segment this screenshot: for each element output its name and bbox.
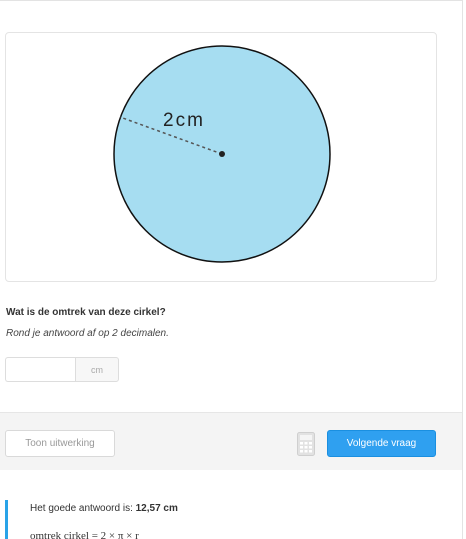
- unit-label: cm: [75, 357, 119, 382]
- circle-figure: 2cm: [113, 45, 331, 263]
- correct-answer-text: Het goede antwoord is: 12,57 cm: [30, 503, 178, 514]
- show-solution-button[interactable]: Toon uitwerking: [5, 430, 115, 457]
- figure-card: 2cm: [5, 32, 437, 282]
- rounding-hint: Rond je antwoord af op 2 decimalen.: [6, 328, 169, 339]
- question-text: Wat is de omtrek van deze cirkel?: [6, 307, 166, 318]
- answer-input[interactable]: [5, 357, 75, 382]
- next-question-button[interactable]: Volgende vraag: [327, 430, 436, 457]
- right-divider: [462, 0, 463, 539]
- feedback-panel: Het goede antwoord is: 12,57 cm omtrek c…: [0, 470, 462, 539]
- feedback-accent-bar: [5, 500, 8, 539]
- action-bar: Toon uitwerking Volgende vraag: [0, 412, 462, 471]
- radius-label: 2cm: [163, 110, 205, 131]
- correct-answer-value: 12,57 cm: [135, 503, 178, 514]
- correct-answer-prefix: Het goede antwoord is:: [30, 503, 136, 514]
- center-point: [219, 151, 225, 157]
- calculator-icon[interactable]: [297, 432, 315, 456]
- circumference-formula: omtrek cirkel = 2 × π × r: [30, 530, 139, 539]
- top-divider: [0, 0, 462, 1]
